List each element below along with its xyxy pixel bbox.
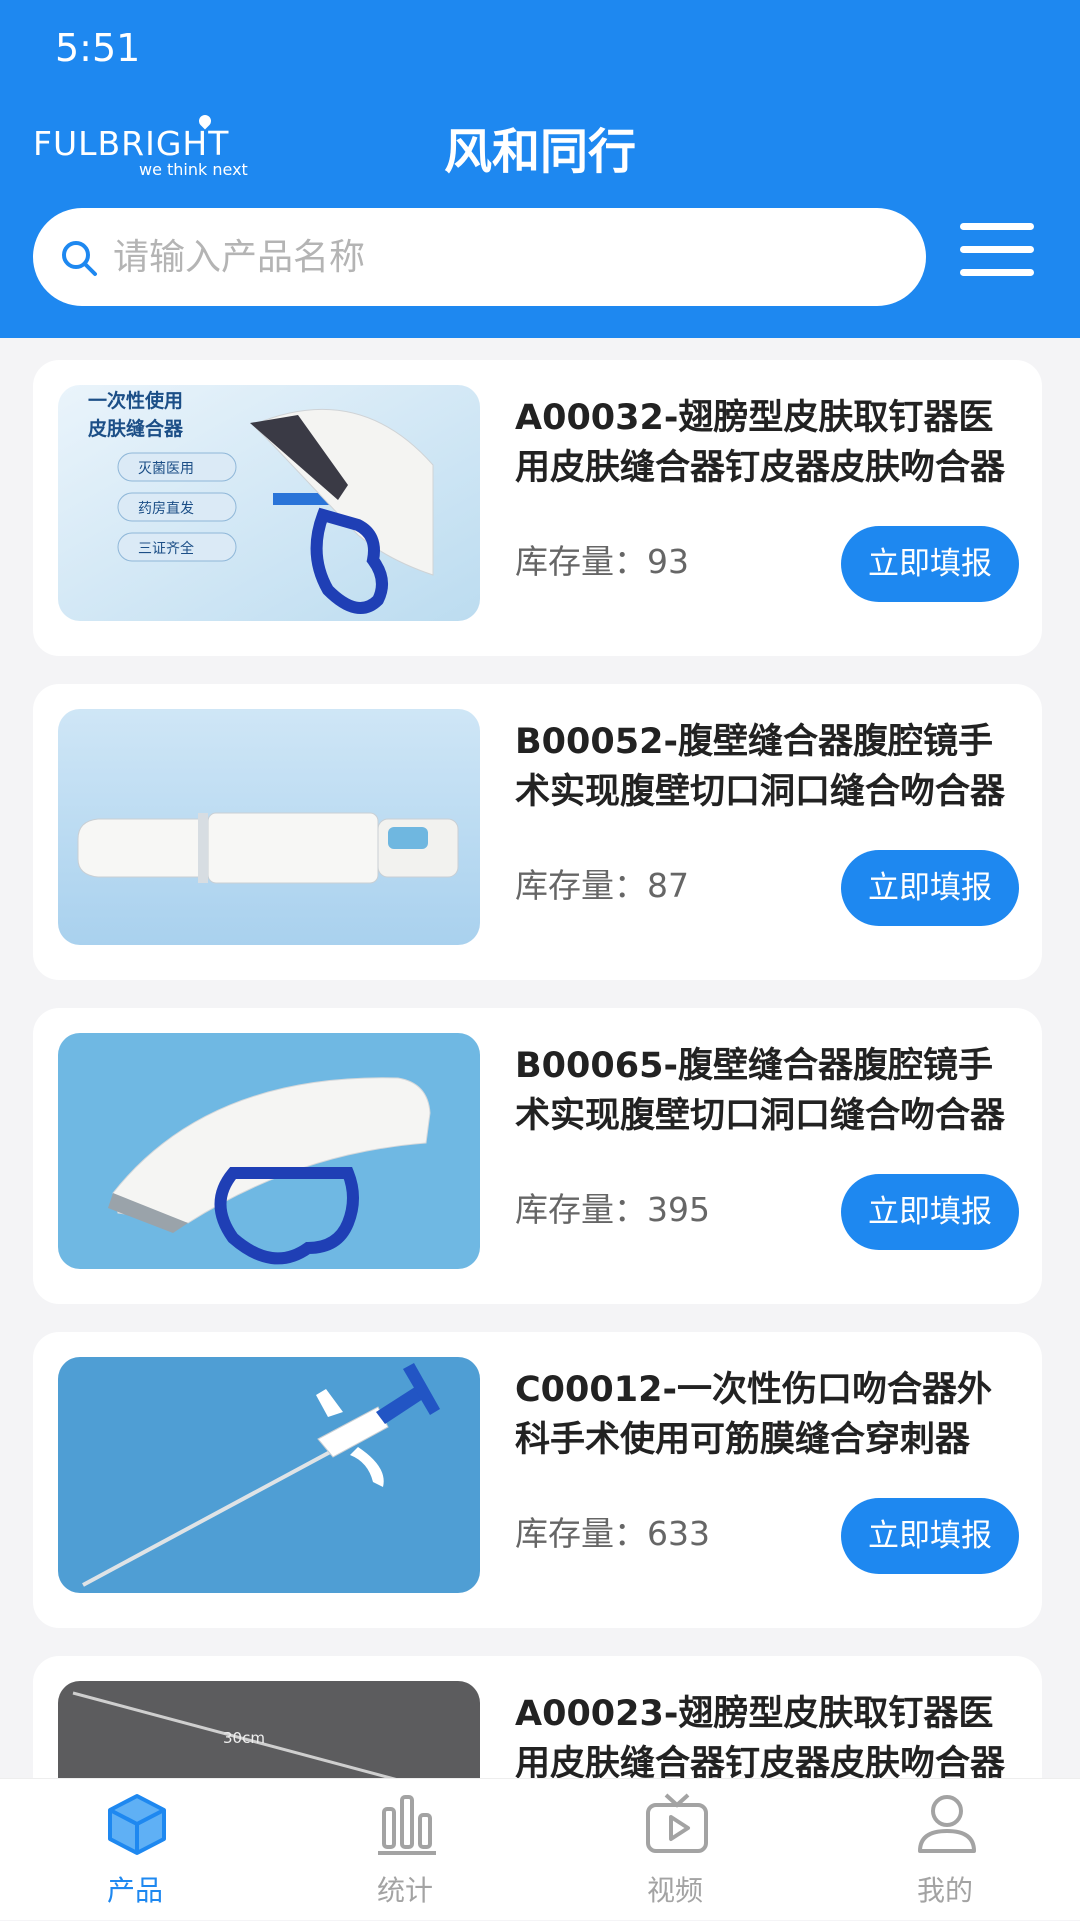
- image-dimension-label: 30cm: [223, 1729, 265, 1747]
- image-badge: 药房直发: [138, 500, 194, 517]
- tab-products[interactable]: 产品: [0, 1779, 270, 1921]
- menu-icon-bar: [960, 246, 1034, 253]
- search-bar[interactable]: [33, 208, 926, 306]
- product-image: 30cm: [58, 1681, 480, 1778]
- product-card[interactable]: C00012-一次性伤口吻合器外科手术使用可筋膜缝合穿刺器 库存量：633 立即…: [33, 1332, 1042, 1628]
- product-name: A00023-翅膀型皮肤取钉器医用皮肤缝合器钉皮器皮肤吻合器: [515, 1694, 1006, 1778]
- menu-icon-bar: [960, 223, 1034, 230]
- product-image: [58, 1357, 480, 1593]
- image-caption: 一次性使用: [88, 389, 183, 412]
- product-list[interactable]: 一次性使用 皮肤缝合器 灭菌医用 药房直发 三证齐全 A00032-翅膀型皮肤取…: [0, 338, 1080, 1778]
- product-card[interactable]: B00052-腹壁缝合器腹腔镜手术实现腹壁切口洞口缝合吻合器 库存量：87 立即…: [33, 684, 1042, 980]
- tab-label: 统计: [376, 1874, 433, 1907]
- cube-icon: [108, 1794, 166, 1855]
- product-card[interactable]: B00065-腹壁缝合器腹腔镜手术实现腹壁切口洞口缝合吻合器 库存量：395 立…: [33, 1008, 1042, 1304]
- user-icon: [918, 1795, 976, 1853]
- report-now-button[interactable]: 立即填报: [841, 1498, 1019, 1574]
- page-title: 风和同行: [443, 124, 636, 180]
- image-badge: 灭菌医用: [138, 461, 194, 477]
- tab-label: 我的: [916, 1874, 973, 1907]
- menu-button[interactable]: [960, 223, 1034, 277]
- search-icon: [62, 241, 97, 276]
- stock-quantity: 库存量：395: [515, 1190, 710, 1229]
- image-caption: 皮肤缝合器: [88, 417, 184, 440]
- tv-play-icon: [646, 1793, 708, 1853]
- status-bar-time: 5:51: [55, 26, 141, 70]
- product-name: B00065-腹壁缝合器腹腔镜手术实现腹壁切口洞口缝合吻合器: [515, 1046, 1006, 1136]
- product-card[interactable]: 一次性使用 皮肤缝合器 灭菌医用 药房直发 三证齐全 A00032-翅膀型皮肤取…: [33, 360, 1042, 656]
- report-now-button[interactable]: 立即填报: [841, 1174, 1019, 1250]
- product-name: C00012-一次性伤口吻合器外科手术使用可筋膜缝合穿刺器: [515, 1370, 992, 1460]
- product-card[interactable]: 30cm A00023-翅膀型皮肤取钉器医用皮肤缝合器钉皮器皮肤吻合器: [33, 1656, 1042, 1778]
- product-name: A00032-翅膀型皮肤取钉器医用皮肤缝合器钉皮器皮肤吻合器: [515, 398, 1006, 488]
- report-now-button[interactable]: 立即填报: [841, 850, 1019, 926]
- tab-video[interactable]: 视频: [540, 1779, 810, 1921]
- bar-chart-icon: [378, 1795, 436, 1855]
- tab-statistics[interactable]: 统计: [270, 1779, 540, 1921]
- menu-icon-bar: [960, 269, 1034, 276]
- bottom-tab-bar: 产品 统计 视频 我的: [0, 1778, 1080, 1920]
- stock-quantity: 库存量：633: [515, 1514, 710, 1553]
- product-image: 一次性使用 皮肤缝合器 灭菌医用 药房直发 三证齐全: [58, 385, 480, 621]
- report-now-button[interactable]: 立即填报: [841, 526, 1019, 602]
- tab-label: 产品: [106, 1874, 163, 1907]
- tab-label: 视频: [646, 1874, 703, 1907]
- image-badge: 三证齐全: [138, 540, 194, 557]
- product-image: [58, 709, 480, 945]
- product-name: B00052-腹壁缝合器腹腔镜手术实现腹壁切口洞口缝合吻合器: [515, 722, 1006, 812]
- product-image: [58, 1033, 480, 1269]
- stock-quantity: 库存量：93: [515, 542, 689, 581]
- app-header: 5:51 FULBRIGHT we think next 风和同行: [0, 0, 1080, 338]
- stock-quantity: 库存量：87: [515, 866, 689, 905]
- search-input[interactable]: [113, 228, 893, 286]
- tab-mine[interactable]: 我的: [810, 1779, 1080, 1921]
